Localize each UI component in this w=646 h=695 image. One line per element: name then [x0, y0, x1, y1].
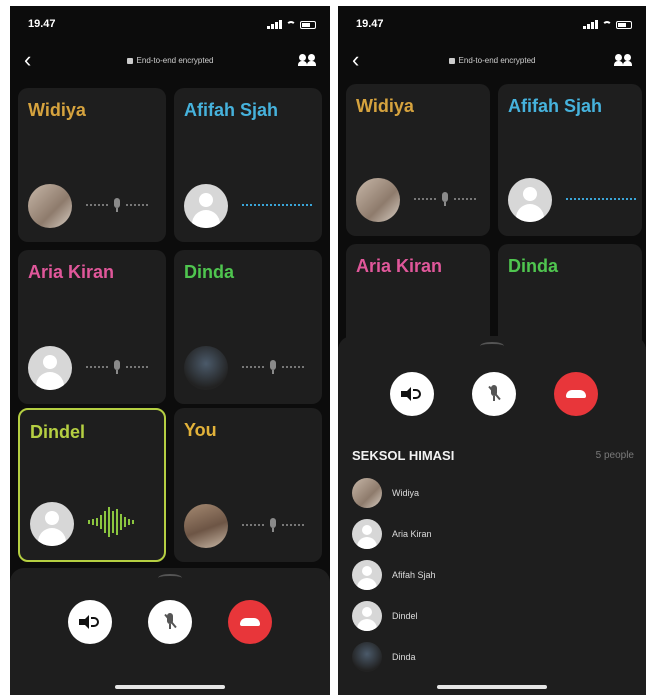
participant-name: Afifah Sjah: [392, 569, 436, 580]
avatar-placeholder-icon: [508, 178, 552, 222]
avatar: [28, 184, 72, 228]
list-item[interactable]: Afifah Sjah: [352, 554, 632, 595]
participant-count: 5 people: [595, 450, 634, 461]
participant-name: Widiya: [28, 100, 86, 120]
participant-tile-afifah-sjah[interactable]: Afifah Sjah: [498, 84, 642, 236]
status-time: 19.47: [28, 18, 56, 30]
participant-name: Dinda: [508, 256, 559, 276]
lock-icon: [448, 57, 455, 64]
participant-list: Widiya Aria Kiran Afifah Sjah Dindel Din…: [352, 472, 632, 677]
speaker-button[interactable]: [390, 372, 434, 416]
end-call-icon: [566, 390, 586, 398]
status-time: 19.47: [356, 18, 384, 30]
end-call-icon: [240, 618, 260, 626]
participant-name: Afifah Sjah: [184, 100, 279, 120]
mic-indicator: [242, 518, 304, 532]
participant-name: Dinda: [392, 651, 416, 662]
participant-name: Widiya: [356, 96, 414, 116]
list-item[interactable]: Dindel: [352, 595, 632, 636]
speaker-icon: [79, 615, 101, 629]
encryption-label: End-to-end encrypted: [338, 56, 646, 65]
end-call-button[interactable]: [554, 372, 598, 416]
avatar: [184, 504, 228, 548]
call-header: ‹ End-to-end encrypted: [338, 49, 646, 74]
participant-name: Dindel: [30, 422, 86, 442]
call-screen-expanded: 19.47 ‹ End-to-end encrypted Widiya Afif…: [338, 6, 646, 695]
wifi-icon: [286, 21, 296, 29]
status-bar: 19.47: [10, 18, 330, 34]
avatar-placeholder-icon: [30, 502, 74, 546]
wifi-icon: [602, 21, 612, 29]
participant-name: Aria Kiran: [392, 528, 432, 539]
signal-icon: [583, 20, 598, 29]
home-indicator: [115, 685, 225, 689]
battery-icon: [616, 21, 632, 29]
mic-indicator: [86, 198, 148, 212]
audio-level-line: [242, 204, 312, 206]
end-call-button[interactable]: [228, 600, 272, 644]
participant-tile-aria-kiran[interactable]: Aria Kiran: [18, 250, 166, 404]
battery-icon: [300, 21, 316, 29]
mic-indicator: [414, 192, 476, 206]
speaker-button[interactable]: [68, 600, 112, 644]
avatar: [352, 477, 382, 508]
avatar: [184, 346, 228, 390]
lock-icon: [126, 57, 133, 64]
status-icons: [583, 20, 632, 29]
participant-name: Dindel: [392, 610, 418, 621]
participant-name: Aria Kiran: [28, 262, 115, 282]
status-icons: [267, 20, 316, 29]
participant-name: Widiya: [392, 487, 420, 498]
avatar-placeholder-icon: [352, 600, 382, 631]
mic-off-icon: [163, 613, 177, 631]
participant-tile-dinda[interactable]: Dinda: [174, 250, 322, 404]
participant-tile-dindel[interactable]: Dindel: [18, 408, 166, 562]
signal-icon: [267, 20, 282, 29]
speaker-icon: [401, 387, 423, 401]
sheet-handle[interactable]: [480, 342, 504, 350]
people-icon[interactable]: [298, 54, 316, 66]
status-bar: 19.47: [338, 18, 646, 34]
call-screen-grid: 19.47 ‹ End-to-end encrypted Widiya Afif…: [10, 6, 330, 695]
participant-tile-afifah-sjah[interactable]: Afifah Sjah: [174, 88, 322, 242]
call-header: ‹ End-to-end encrypted: [10, 49, 330, 74]
mic-icon: [112, 198, 122, 212]
call-controls-sheet-expanded[interactable]: SEKSOL HIMASI 5 people Widiya Aria Kiran…: [338, 336, 646, 695]
sheet-handle[interactable]: [158, 574, 182, 582]
avatar: [352, 641, 382, 672]
participant-name: You: [184, 420, 217, 440]
list-item[interactable]: Widiya: [352, 472, 632, 513]
mute-button[interactable]: [148, 600, 192, 644]
people-icon[interactable]: [614, 54, 632, 66]
participant-tile-widiya[interactable]: Widiya: [18, 88, 166, 242]
audio-level-line: [566, 198, 636, 200]
mic-icon: [112, 360, 122, 374]
participant-tile-you[interactable]: You: [174, 408, 322, 562]
participant-name: Aria Kiran: [356, 256, 443, 276]
home-indicator: [437, 685, 547, 689]
participant-tile-widiya[interactable]: Widiya: [346, 84, 490, 236]
avatar-placeholder-icon: [352, 518, 382, 549]
speaking-waveform: [88, 506, 134, 538]
list-item[interactable]: Aria Kiran: [352, 513, 632, 554]
mic-icon: [268, 518, 278, 532]
participant-name: Dinda: [184, 262, 235, 282]
mute-button[interactable]: [472, 372, 516, 416]
group-name: SEKSOL HIMASI: [352, 448, 455, 463]
mic-off-icon: [487, 385, 501, 403]
mic-icon: [440, 192, 450, 206]
mic-indicator: [242, 360, 304, 374]
mic-icon: [268, 360, 278, 374]
call-controls-sheet[interactable]: [10, 568, 330, 695]
encryption-label: End-to-end encrypted: [10, 56, 330, 65]
avatar-placeholder-icon: [184, 184, 228, 228]
avatar-placeholder-icon: [352, 559, 382, 590]
list-item[interactable]: Dinda: [352, 636, 632, 677]
participant-name: Afifah Sjah: [508, 96, 603, 116]
avatar: [356, 178, 400, 222]
avatar-placeholder-icon: [28, 346, 72, 390]
mic-indicator: [86, 360, 148, 374]
